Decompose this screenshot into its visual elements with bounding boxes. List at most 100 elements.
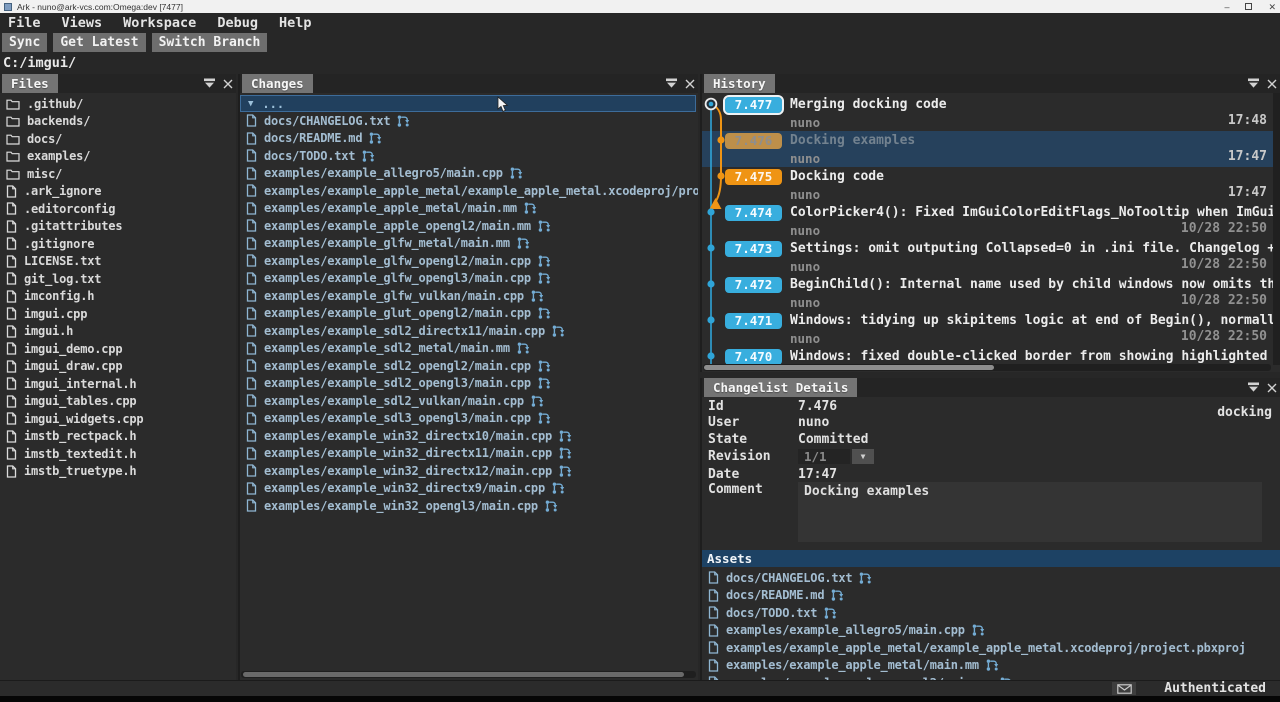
- asset-item[interactable]: docs/CHANGELOG.txt: [702, 569, 1280, 587]
- revision-badge[interactable]: 7.474: [725, 205, 782, 221]
- file-tree-item[interactable]: .ark_ignore: [0, 183, 236, 201]
- menu-debug[interactable]: Debug: [217, 15, 258, 31]
- file-tree-item[interactable]: .gitattributes: [0, 218, 236, 236]
- history-entry[interactable]: 7.470Windows: fixed double-clicked borde…: [702, 347, 1273, 365]
- close-icon[interactable]: ✕: [1268, 2, 1276, 12]
- minimize-icon[interactable]: –: [1224, 2, 1229, 12]
- filter-icon[interactable]: [665, 78, 678, 89]
- assets-header[interactable]: Assets: [702, 550, 1280, 567]
- close-icon[interactable]: [1267, 79, 1277, 89]
- comment-box[interactable]: Docking examples: [798, 482, 1262, 542]
- changed-file-item[interactable]: examples/example_sdl2_metal/main.mm: [240, 340, 698, 358]
- revision-badge[interactable]: 7.472: [725, 277, 782, 293]
- switch-branch-button[interactable]: Switch Branch: [152, 33, 268, 52]
- asset-item[interactable]: examples/example_apple_metal/main.mm: [702, 657, 1280, 675]
- changed-file-item[interactable]: examples/example_apple_metal/example_app…: [240, 182, 698, 200]
- changed-file-item[interactable]: examples/example_win32_opengl3/main.cpp: [240, 497, 698, 515]
- close-icon[interactable]: [223, 79, 233, 89]
- changed-file-item[interactable]: examples/example_win32_directx12/main.cp…: [240, 462, 698, 480]
- maximize-icon[interactable]: [1245, 3, 1252, 10]
- changed-file-item[interactable]: examples/example_apple_metal/main.mm: [240, 200, 698, 218]
- changed-file-item[interactable]: examples/example_allegro5/main.cpp: [240, 165, 698, 183]
- revision-badge[interactable]: 7.471: [725, 313, 782, 329]
- file-tree-item[interactable]: imstb_rectpack.h: [0, 428, 236, 446]
- history-hscrollbar-thumb[interactable]: [704, 365, 994, 370]
- filter-icon[interactable]: [1247, 78, 1260, 89]
- menu-help[interactable]: Help: [279, 15, 312, 31]
- changed-file-item[interactable]: examples/example_glut_opengl2/main.cpp: [240, 305, 698, 323]
- file-tree-item[interactable]: imgui_widgets.cpp: [0, 410, 236, 428]
- file-tree-item[interactable]: misc/: [0, 165, 236, 183]
- asset-item[interactable]: examples/example_allegro5/main.cpp: [702, 622, 1280, 640]
- file-tree-item[interactable]: imgui.cpp: [0, 305, 236, 323]
- file-tree-item[interactable]: imgui.h: [0, 323, 236, 341]
- changed-file-item[interactable]: examples/example_win32_directx9/main.cpp: [240, 480, 698, 498]
- file-tree-item[interactable]: .editorconfig: [0, 200, 236, 218]
- history-entry[interactable]: 7.476Docking examplesnuno17:47: [702, 131, 1273, 167]
- tab-changes[interactable]: Changes: [242, 74, 313, 93]
- changed-file-item[interactable]: examples/example_sdl2_vulkan/main.cpp: [240, 392, 698, 410]
- file-tree-item[interactable]: imconfig.h: [0, 288, 236, 306]
- revision-badge[interactable]: 7.470: [725, 349, 782, 365]
- get-latest-button[interactable]: Get Latest: [53, 33, 145, 52]
- menu-views[interactable]: Views: [62, 15, 103, 31]
- close-icon[interactable]: [1267, 383, 1277, 393]
- file-tree-item[interactable]: docs/: [0, 130, 236, 148]
- changed-file-item[interactable]: examples/example_apple_opengl2/main.mm: [240, 217, 698, 235]
- file-tree-item[interactable]: .gitignore: [0, 235, 236, 253]
- changed-file-item[interactable]: examples/example_glfw_vulkan/main.cpp: [240, 287, 698, 305]
- tab-history[interactable]: History: [704, 74, 775, 93]
- changes-hscrollbar[interactable]: [241, 671, 696, 678]
- changes-hscrollbar-thumb[interactable]: [243, 672, 684, 677]
- changed-file-item[interactable]: examples/example_glfw_opengl2/main.cpp: [240, 252, 698, 270]
- revision-badge[interactable]: 7.476: [725, 133, 782, 149]
- changed-file-item[interactable]: examples/example_win32_directx11/main.cp…: [240, 445, 698, 463]
- chevron-down-icon[interactable]: ▼: [248, 99, 253, 109]
- changed-file-item[interactable]: examples/example_sdl2_directx11/main.cpp: [240, 322, 698, 340]
- asset-item[interactable]: examples/example_apple_metal/example_app…: [702, 639, 1280, 657]
- revision-dropdown-button[interactable]: ▼: [852, 449, 874, 464]
- changed-file-item[interactable]: docs/CHANGELOG.txt: [240, 112, 698, 130]
- tab-files[interactable]: Files: [2, 74, 58, 93]
- history-entry[interactable]: 7.473Settings: omit outputing Collapsed=…: [702, 239, 1273, 275]
- changed-file-item[interactable]: examples/example_sdl2_opengl2/main.cpp: [240, 357, 698, 375]
- changed-file-item[interactable]: docs/README.md: [240, 130, 698, 148]
- file-tree-item[interactable]: imgui_internal.h: [0, 375, 236, 393]
- file-tree-item[interactable]: examples/: [0, 148, 236, 166]
- file-tree-item[interactable]: imgui_draw.cpp: [0, 358, 236, 376]
- history-entry[interactable]: 7.471Windows: tidying up skipitems logic…: [702, 311, 1273, 347]
- changed-file-item[interactable]: docs/TODO.txt: [240, 147, 698, 165]
- changed-file-item[interactable]: examples/example_win32_directx10/main.cp…: [240, 427, 698, 445]
- file-tree-item[interactable]: backends/: [0, 113, 236, 131]
- file-tree-item[interactable]: git_log.txt: [0, 270, 236, 288]
- history-entry[interactable]: 7.475Docking codenuno17:47: [702, 167, 1273, 203]
- menu-workspace[interactable]: Workspace: [123, 15, 196, 31]
- history-entry[interactable]: 7.474ColorPicker4(): Fixed ImGuiColorEdi…: [702, 203, 1273, 239]
- changed-file-item[interactable]: examples/example_sdl2_opengl3/main.cpp: [240, 375, 698, 393]
- close-icon[interactable]: [685, 79, 695, 89]
- history-entry[interactable]: 7.472BeginChild(): Internal name used by…: [702, 275, 1273, 311]
- filter-icon[interactable]: [1247, 382, 1260, 393]
- file-tree-item[interactable]: LICENSE.txt: [0, 253, 236, 271]
- revision-badge[interactable]: 7.475: [725, 169, 782, 185]
- asset-item[interactable]: docs/TODO.txt: [702, 604, 1280, 622]
- changes-root-row[interactable]: ▼ ...: [240, 95, 696, 112]
- tab-changelist-details[interactable]: Changelist Details: [704, 378, 857, 397]
- filter-icon[interactable]: [203, 78, 216, 89]
- menu-file[interactable]: File: [8, 15, 41, 31]
- file-tree-item[interactable]: imgui_demo.cpp: [0, 340, 236, 358]
- changed-file-item[interactable]: examples/example_glfw_metal/main.mm: [240, 235, 698, 253]
- asset-item[interactable]: docs/README.md: [702, 587, 1280, 605]
- history-vscrollbar[interactable]: [1273, 93, 1280, 365]
- file-tree-item[interactable]: imstb_textedit.h: [0, 445, 236, 463]
- sync-button[interactable]: Sync: [2, 33, 47, 52]
- history-entry[interactable]: 7.477Merging docking codenuno17:48: [702, 95, 1273, 131]
- file-tree-item[interactable]: imstb_truetype.h: [0, 463, 236, 481]
- revision-badge[interactable]: 7.473: [725, 241, 782, 257]
- mail-icon[interactable]: [1112, 682, 1136, 695]
- history-hscrollbar[interactable]: [703, 364, 1271, 371]
- file-tree-item[interactable]: imgui_tables.cpp: [0, 393, 236, 411]
- file-tree-item[interactable]: .github/: [0, 95, 236, 113]
- changed-file-item[interactable]: examples/example_sdl3_opengl3/main.cpp: [240, 410, 698, 428]
- revision-badge[interactable]: 7.477: [725, 97, 782, 113]
